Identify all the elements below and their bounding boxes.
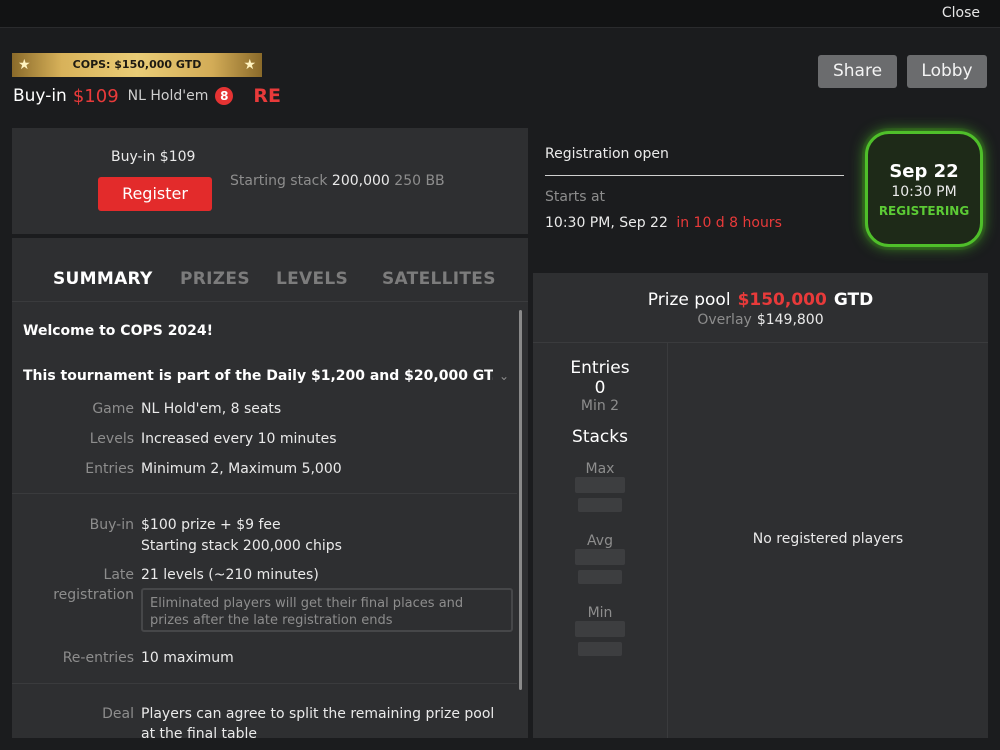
reg-buyin-value: $109 (159, 149, 196, 165)
game-value: NL Hold'em, 8 seats (141, 401, 282, 417)
late-reg-note: Eliminated players will get their final … (141, 588, 513, 632)
starts-at-value: 10:30 PM, Sep 22 (545, 215, 668, 231)
no-players-text: No registered players (752, 531, 904, 547)
levels-key: Levels (89, 431, 134, 447)
prize-panel: Prize pool $150,000 GTD Overlay $149,800 En… (533, 273, 988, 738)
starts-in: in 10 d 8 hours (676, 215, 782, 231)
prize-pool-label: Prize pool (647, 290, 731, 310)
stats-column: Entries 0 Min 2 Stacks Max Avg Min (533, 343, 668, 738)
welcome-text: Welcome to COPS 2024! (23, 323, 214, 339)
starting-stack-value: 200,000 (331, 173, 390, 189)
top-bar: Close (0, 0, 1000, 28)
register-button[interactable]: Register (98, 177, 212, 211)
game-key: Game (92, 401, 134, 417)
registration-status: Registration open (545, 146, 669, 162)
summary-panel: SUMMARY PRIZES LEVELS SATELLITES Welcome… (12, 238, 528, 738)
seats-badge: 8 (215, 87, 234, 105)
entries-min: Min 2 (580, 398, 620, 414)
buyin-value-1: $100 prize + $9 fee (141, 517, 281, 533)
buyin-label: Buy-in (13, 86, 67, 106)
starts-at: 10:30 PM, Sep 22 in 10 d 8 hours (545, 215, 782, 231)
close-button[interactable]: Close (942, 5, 980, 21)
tab-prizes[interactable]: PRIZES (180, 269, 250, 289)
divider (12, 493, 517, 494)
star-icon: ★ (243, 57, 256, 73)
date-time: 10:30 PM (891, 184, 957, 200)
prize-pool-header: Prize pool $150,000 GTD Overlay $149,800 (533, 273, 988, 343)
tournament-banner: ★ COPS: $150,000 GTD ★ (12, 53, 262, 77)
stack-min-label: Min (587, 605, 613, 621)
lobby-button[interactable]: Lobby (907, 55, 987, 88)
overlay-value: $149,800 (756, 312, 824, 328)
buyin-key: Buy-in (89, 517, 134, 533)
starts-at-label: Starts at (545, 189, 606, 205)
starting-stack-bb: 250 BB (394, 173, 445, 189)
stack-avg-label: Avg (587, 533, 613, 549)
banner-text: COPS: $150,000 GTD (72, 58, 202, 71)
date-day: Sep 22 (889, 161, 959, 182)
late-reg-key-1: Late (103, 567, 134, 583)
late-reg-key-2: registration (53, 587, 134, 603)
deal-key: Deal (102, 706, 134, 722)
entries-count: 0 (594, 378, 606, 398)
entries-value: Minimum 2, Maximum 5,000 (141, 461, 342, 477)
entries-key: Entries (85, 461, 134, 477)
overlay-line: Overlay $149,800 (533, 312, 988, 328)
game-type: NL Hold'em (127, 88, 209, 104)
tab-summary[interactable]: SUMMARY (53, 269, 153, 289)
reentry-tag: RE (253, 85, 281, 107)
buyin-value-2: Starting stack 200,000 chips (141, 538, 342, 554)
stack-min-placeholder (578, 642, 622, 656)
starting-stack-label: Starting stack (230, 173, 328, 189)
registration-panel: Buy-in $109 Register Starting stack 200,… (12, 128, 528, 234)
late-reg-value: 21 levels (~210 minutes) (141, 567, 319, 583)
stack-avg-placeholder (575, 549, 625, 565)
entries-title: Entries (570, 358, 630, 378)
buyin-amount: $109 (72, 85, 119, 107)
chevron-down-icon[interactable]: ⌄ (499, 369, 509, 383)
reg-buyin-label: Buy-in (111, 149, 156, 165)
date-badge: Sep 22 10:30 PM REGISTERING (865, 131, 983, 247)
stack-min-placeholder (575, 621, 625, 637)
prize-pool-line: Prize pool $150,000 GTD (533, 290, 988, 310)
stack-max-label: Max (585, 461, 615, 477)
stack-max-placeholder (575, 477, 625, 493)
header-buyin-line: Buy-in $109 NL Hold'em 8 RE (13, 84, 281, 108)
prize-pool-value: $150,000 (737, 290, 827, 310)
starting-stack: Starting stack 200,000 250 BB (230, 173, 445, 189)
levels-value: Increased every 10 minutes (141, 431, 337, 447)
reentries-value: 10 maximum (141, 650, 234, 666)
stacks-title: Stacks (572, 427, 628, 447)
date-status: REGISTERING (878, 204, 970, 218)
overlay-label: Overlay (697, 312, 752, 328)
series-info[interactable]: This tournament is part of the Daily $1,… (23, 368, 493, 384)
stack-avg-placeholder (578, 570, 622, 584)
deal-value-1: Players can agree to split the remaining… (141, 706, 495, 722)
divider (545, 175, 844, 176)
share-button[interactable]: Share (818, 55, 897, 88)
reg-buyin: Buy-in $109 (111, 149, 195, 165)
star-icon: ★ (18, 57, 31, 73)
scrollbar[interactable] (519, 310, 522, 690)
reentries-key: Re-entries (62, 650, 134, 666)
divider (12, 683, 517, 684)
tab-satellites[interactable]: SATELLITES (382, 269, 496, 289)
tab-bar: SUMMARY PRIZES LEVELS SATELLITES (12, 238, 528, 302)
stack-max-placeholder (578, 498, 622, 512)
deal-value-2: at the final table (141, 726, 258, 738)
tab-levels[interactable]: LEVELS (276, 269, 348, 289)
gtd-label: GTD (833, 290, 874, 310)
